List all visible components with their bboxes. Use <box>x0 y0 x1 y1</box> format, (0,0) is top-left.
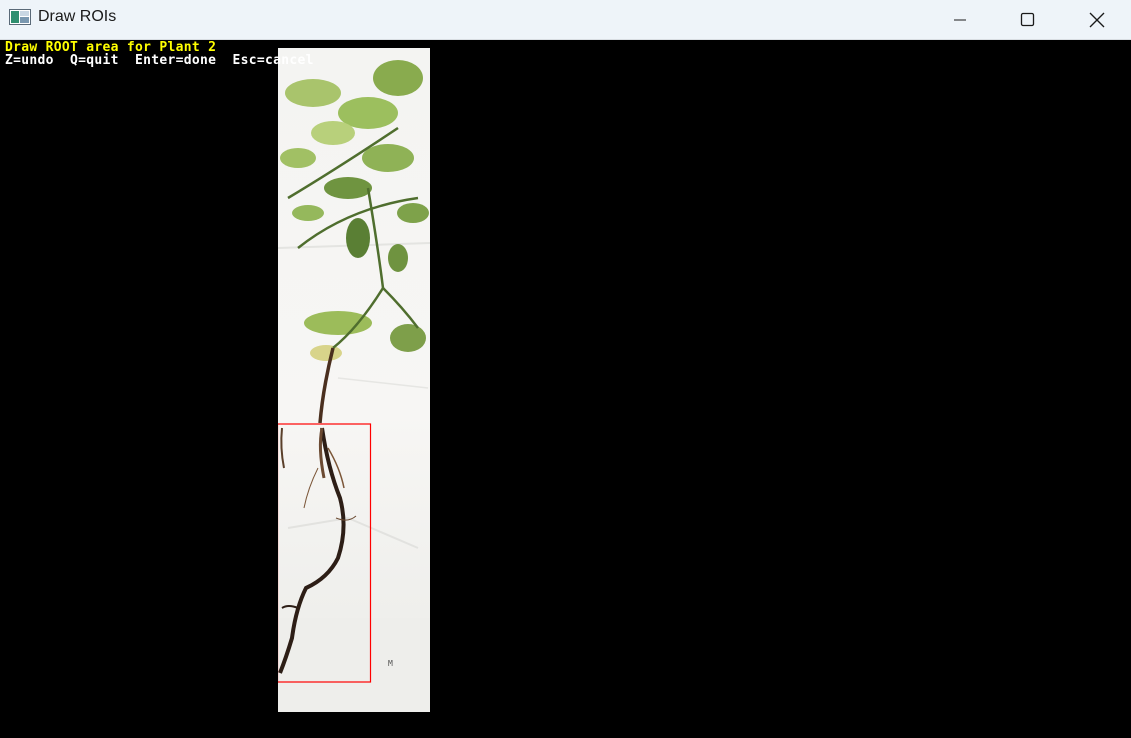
app-icon <box>9 9 31 25</box>
shortcut-hints: Z=undo Q=quit Enter=done Esc=cancel <box>5 53 314 68</box>
maximize-button[interactable] <box>994 0 1062 39</box>
image-canvas[interactable] <box>0 40 1131 738</box>
close-button[interactable] <box>1063 0 1131 39</box>
title-bar[interactable]: Draw ROIs <box>0 0 1131 40</box>
svg-text:M: M <box>388 659 393 668</box>
window-title: Draw ROIs <box>38 8 117 25</box>
minimize-icon <box>954 19 966 20</box>
minimize-button[interactable] <box>926 0 994 39</box>
close-icon <box>1089 12 1105 27</box>
maximize-icon <box>1020 12 1035 26</box>
plant-photo[interactable]: M <box>278 48 430 712</box>
